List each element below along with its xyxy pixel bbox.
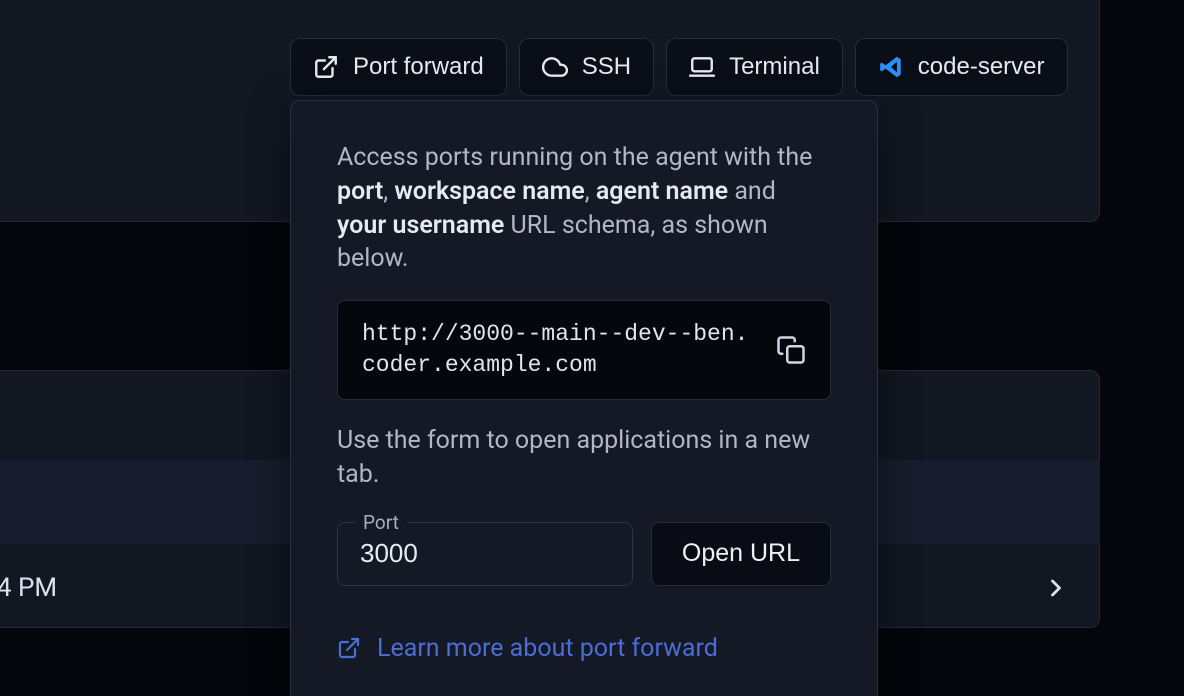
copy-icon — [776, 335, 806, 365]
desc-and: and — [728, 177, 776, 206]
popover-description: Access ports running on the agent with t… — [337, 141, 831, 276]
port-form-row: Port Open URL — [337, 522, 831, 586]
cloud-icon — [542, 54, 568, 80]
terminal-button[interactable]: Terminal — [666, 38, 843, 96]
learn-more-text: Learn more about port forward — [377, 634, 718, 663]
desc-user: your username — [337, 211, 504, 240]
open-url-button[interactable]: Open URL — [651, 522, 831, 586]
code-server-label: code-server — [918, 53, 1045, 81]
learn-more-link[interactable]: Learn more about port forward — [337, 634, 831, 663]
form-hint: Use the form to open applications in a n… — [337, 424, 831, 492]
time-fragment: :54 PM — [0, 573, 57, 603]
desc-sep: , — [585, 177, 596, 206]
code-server-button[interactable]: code-server — [855, 38, 1068, 96]
url-example-box: http://3000--main--dev--ben.coder.exampl… — [337, 300, 831, 400]
external-link-icon — [337, 636, 361, 660]
chevron-right-icon — [1042, 574, 1070, 602]
desc-port: port — [337, 177, 383, 206]
port-forward-label: Port forward — [353, 53, 484, 81]
laptop-icon — [689, 54, 715, 80]
workspace-app-toolbar: Port forward SSH Terminal code-server — [290, 38, 1068, 96]
url-example-text: http://3000--main--dev--ben.coder.exampl… — [362, 319, 760, 381]
copy-url-button[interactable] — [776, 335, 806, 365]
vscode-icon — [878, 54, 904, 80]
ssh-button[interactable]: SSH — [519, 38, 654, 96]
terminal-label: Terminal — [729, 53, 820, 81]
ssh-label: SSH — [582, 53, 631, 81]
desc-workspace: workspace name — [394, 177, 584, 206]
desc-agent: agent name — [596, 177, 728, 206]
port-field: Port — [337, 522, 633, 586]
desc-text: Access ports running on the agent with t… — [337, 143, 812, 172]
port-forward-popover: Access ports running on the agent with t… — [290, 100, 878, 696]
external-link-icon — [313, 54, 339, 80]
desc-sep: , — [383, 177, 394, 206]
port-forward-button[interactable]: Port forward — [290, 38, 507, 96]
port-label: Port — [355, 511, 407, 534]
